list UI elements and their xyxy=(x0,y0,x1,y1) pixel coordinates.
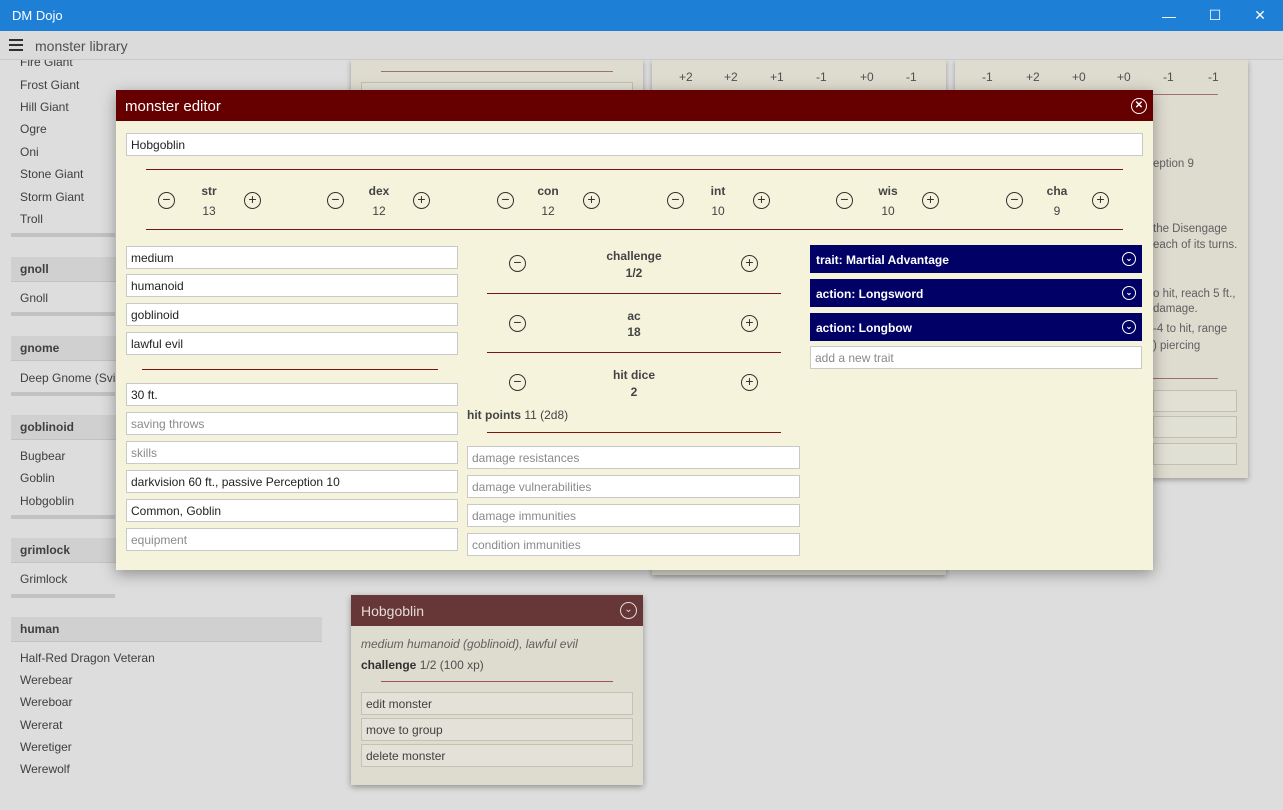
languages-field[interactable] xyxy=(126,499,458,522)
minimize-button[interactable]: — xyxy=(1146,0,1192,31)
ability-label: wis xyxy=(878,184,898,198)
chevron-down-icon[interactable]: ⌄ xyxy=(1122,252,1136,266)
minus-icon[interactable]: − xyxy=(509,374,526,391)
ability-label: int xyxy=(710,184,726,198)
ability-label: dex xyxy=(368,184,390,198)
speed-field[interactable] xyxy=(126,383,458,406)
ac-value: 18 xyxy=(627,325,641,339)
minus-icon[interactable]: − xyxy=(158,192,175,209)
ability-value: 10 xyxy=(881,204,895,218)
minus-icon[interactable]: − xyxy=(497,192,514,209)
action-longbow[interactable]: action: Longbow ⌄ xyxy=(810,313,1142,341)
minus-icon[interactable]: − xyxy=(509,315,526,332)
challenge-value: 1/2 xyxy=(625,266,643,280)
trait-label: trait: Martial Advantage xyxy=(816,253,949,267)
app-title: DM Dojo xyxy=(12,8,63,23)
minus-icon[interactable]: − xyxy=(327,192,344,209)
alignment-field[interactable] xyxy=(126,332,458,355)
saving-throws-field[interactable] xyxy=(126,412,458,435)
senses-field[interactable] xyxy=(126,470,458,493)
size-field[interactable] xyxy=(126,246,458,269)
skills-field[interactable] xyxy=(126,441,458,464)
chevron-down-icon[interactable]: ⌄ xyxy=(1122,320,1136,334)
add-trait-input[interactable] xyxy=(810,346,1142,369)
ability-value: 13 xyxy=(202,204,216,218)
monster-editor-dialog: monster editor ✕ − str 13 + − dex 12 + −… xyxy=(116,90,1153,570)
ability-label: str xyxy=(201,184,217,198)
close-window-button[interactable]: ✕ xyxy=(1237,0,1283,31)
ability-label: con xyxy=(537,184,559,198)
section-divider xyxy=(487,293,781,294)
minus-icon[interactable]: − xyxy=(1006,192,1023,209)
equipment-field[interactable] xyxy=(126,528,458,551)
plus-icon[interactable]: + xyxy=(753,192,770,209)
chevron-down-icon[interactable]: ⌄ xyxy=(1122,286,1136,300)
ability-value: 10 xyxy=(711,204,725,218)
ac-label: ac xyxy=(627,309,641,323)
plus-icon[interactable]: + xyxy=(922,192,939,209)
dialog-header: monster editor ✕ xyxy=(116,90,1153,121)
close-icon[interactable]: ✕ xyxy=(1131,98,1147,114)
damage-vulnerabilities-field[interactable] xyxy=(467,475,800,498)
damage-immunities-field[interactable] xyxy=(467,504,800,527)
plus-icon[interactable]: + xyxy=(1092,192,1109,209)
ability-label: cha xyxy=(1046,184,1068,198)
action-longsword[interactable]: action: Longsword ⌄ xyxy=(810,279,1142,307)
dialog-title: monster editor xyxy=(125,98,221,115)
minus-icon[interactable]: − xyxy=(667,192,684,209)
section-divider xyxy=(146,169,1123,170)
plus-icon[interactable]: + xyxy=(244,192,261,209)
section-divider xyxy=(146,229,1123,230)
damage-resistances-field[interactable] xyxy=(467,446,800,469)
type-field[interactable] xyxy=(126,274,458,297)
section-divider xyxy=(487,432,781,433)
trait-label: action: Longbow xyxy=(816,321,912,335)
hit-dice-value: 2 xyxy=(630,385,638,399)
ability-value: 12 xyxy=(541,204,555,218)
plus-icon[interactable]: + xyxy=(741,374,758,391)
subtype-field[interactable] xyxy=(126,303,458,326)
window-titlebar: DM Dojo — ☐ ✕ xyxy=(0,0,1283,31)
section-divider xyxy=(142,369,438,370)
maximize-button[interactable]: ☐ xyxy=(1192,0,1238,31)
minus-icon[interactable]: − xyxy=(509,255,526,272)
section-divider xyxy=(487,352,781,353)
hit-dice-label: hit dice xyxy=(612,368,655,382)
plus-icon[interactable]: + xyxy=(741,315,758,332)
trait-martial-advantage[interactable]: trait: Martial Advantage ⌄ xyxy=(810,245,1142,273)
monster-name-input[interactable] xyxy=(126,133,1143,156)
plus-icon[interactable]: + xyxy=(741,255,758,272)
ability-value: 12 xyxy=(372,204,386,218)
hit-points-value: 11 (2d8) xyxy=(524,408,569,422)
condition-immunities-field[interactable] xyxy=(467,533,800,556)
plus-icon[interactable]: + xyxy=(583,192,600,209)
challenge-label: challenge xyxy=(606,249,662,263)
hit-points-label: hit points xyxy=(467,408,521,422)
minus-icon[interactable]: − xyxy=(836,192,853,209)
plus-icon[interactable]: + xyxy=(413,192,430,209)
hit-points-line: hit points 11 (2d8) xyxy=(467,408,568,422)
trait-label: action: Longsword xyxy=(816,287,924,301)
ability-value: 9 xyxy=(1053,204,1061,218)
